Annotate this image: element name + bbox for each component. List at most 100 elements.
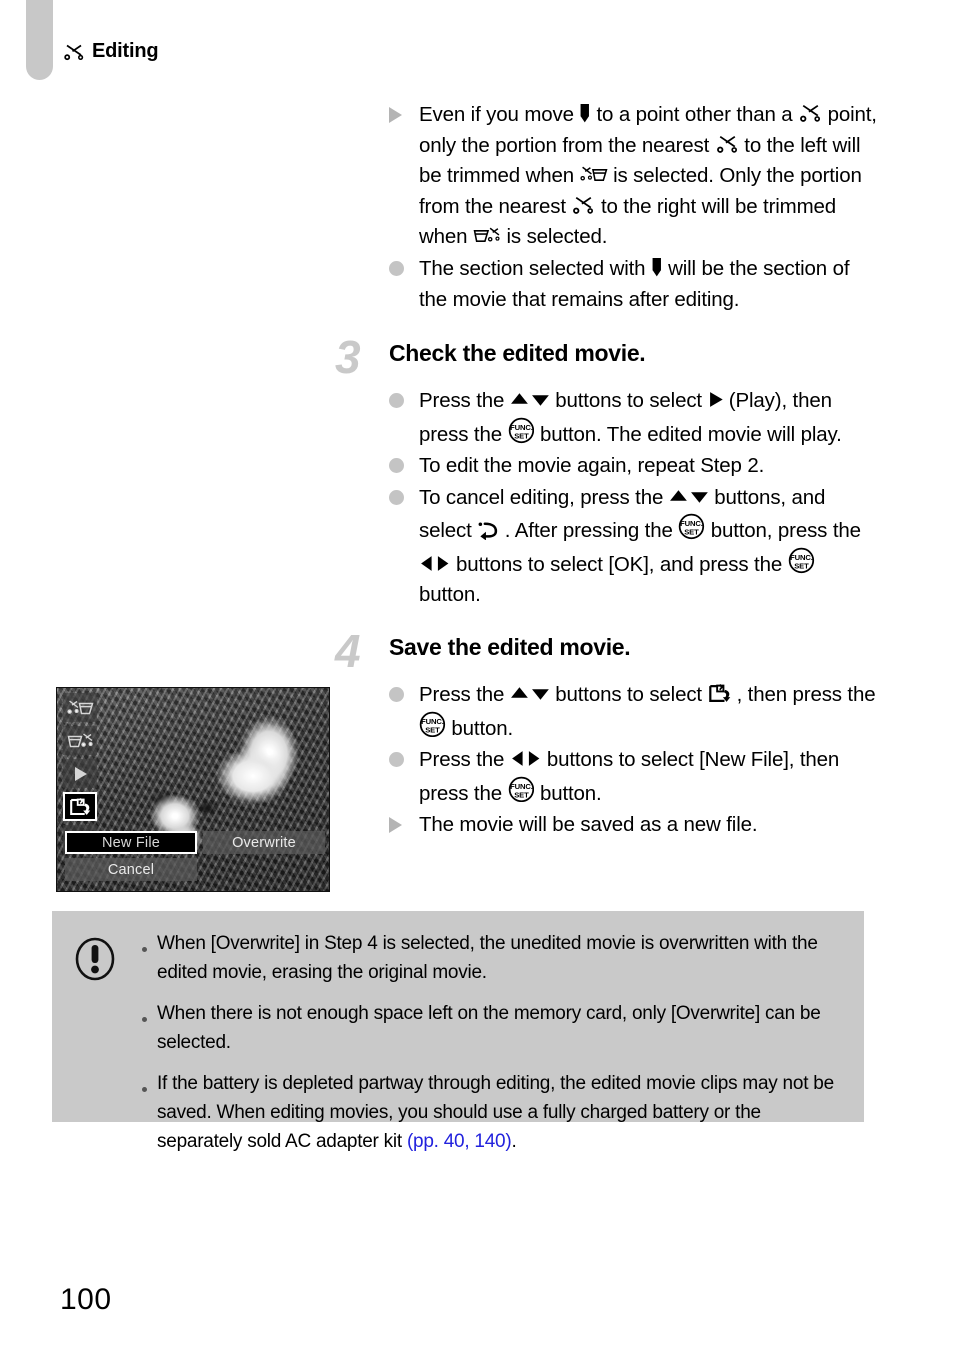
bullet-item: The section selected with will be the se… (389, 254, 879, 315)
svg-text:FUNC.: FUNC. (421, 716, 444, 725)
note-bullet-icon (142, 999, 157, 1027)
page-reference-link[interactable]: (pp. 40, 140) (407, 1131, 512, 1152)
lcd-menu-play-icon[interactable] (63, 759, 97, 788)
lcd-menu-trim-beginning-icon[interactable] (63, 693, 97, 722)
func-set-button-icon: FUNC. SET (508, 417, 535, 444)
text-run: . After pressing the (499, 519, 679, 543)
svg-text:SET: SET (685, 528, 700, 537)
intro-notes-group: Even if you move to a point other than a… (389, 100, 879, 315)
lcd-cancel-button[interactable]: Cancel (65, 858, 197, 881)
text-run: . (511, 1131, 517, 1152)
text-run: The movie will be saved as a new file. (419, 813, 758, 837)
page-number: 100 (60, 1283, 112, 1316)
text-run: buttons to select (549, 389, 708, 413)
bullet-text: Press the buttons to select [New File], … (419, 745, 879, 809)
chapter-tab-marker (26, 0, 53, 80)
step-title: Save the edited movie. (389, 633, 631, 660)
trim-beginning-icon (579, 164, 608, 185)
warning-note-box: When [Overwrite] in Step 4 is selected, … (52, 911, 864, 1152)
step-bullets: Press the buttons to select (Play), then… (389, 386, 879, 611)
bullet-item: Press the buttons to select , then press… (389, 680, 879, 744)
svg-text:FUNC.: FUNC. (510, 781, 533, 790)
lcd-new-file-button[interactable]: New File (65, 831, 197, 854)
svg-text:FUNC.: FUNC. (680, 519, 703, 528)
triangle-bullet-icon (389, 810, 419, 838)
play-icon (73, 764, 88, 784)
note-item: When [Overwrite] in Step 4 is selected, … (142, 929, 844, 987)
dot-bullet-icon (389, 483, 419, 508)
func-set-button-icon: FUNC. SET (788, 547, 815, 574)
text-run: Press the (419, 389, 510, 413)
note-text: When there is not enough space left on t… (157, 999, 844, 1057)
return-arrow-icon (477, 519, 499, 541)
left-right-buttons-icon (510, 748, 542, 769)
save-new-file-icon (69, 797, 91, 817)
text-run: button, press the (705, 519, 861, 543)
text-run: Press the (419, 682, 510, 706)
bullet-item: To edit the movie again, repeat Step 2. (389, 451, 879, 482)
step-number: 4 (335, 624, 361, 677)
up-down-buttons-icon (669, 486, 709, 507)
text-run: button. (445, 716, 514, 740)
dot-bullet-icon (389, 386, 419, 411)
bullet-text: Press the buttons to select (Play), then… (419, 386, 879, 450)
note-item: If the battery is depleted partway throu… (142, 1069, 844, 1156)
lcd-icon-menu (63, 693, 97, 854)
bullet-item: To cancel editing, press the buttons, an… (389, 483, 879, 611)
bullet-text: To edit the movie again, repeat Step 2. (419, 451, 879, 482)
note-bullet-icon (142, 929, 157, 957)
note-item: When there is not enough space left on t… (142, 999, 844, 1057)
svg-text:SET: SET (514, 790, 529, 799)
step-block-3: 3 Check the edited movie. Press the butt… (335, 334, 879, 611)
text-run: button. (534, 781, 602, 805)
bullet-text: Press the buttons to select , then press… (419, 680, 879, 744)
text-run: When there is not enough space left on t… (157, 1003, 821, 1053)
lcd-save-menu: New File Overwrite Cancel (57, 831, 329, 885)
step-number: 3 (335, 331, 361, 384)
svg-text:FUNC.: FUNC. (510, 423, 533, 432)
note-text: If the battery is depleted partway throu… (157, 1069, 844, 1156)
warning-exclamation-icon (74, 936, 116, 987)
up-down-buttons-icon (510, 683, 550, 704)
text-run: buttons to select (549, 682, 708, 706)
svg-text:SET: SET (514, 431, 529, 440)
bullet-text: The section selected with will be the se… (419, 254, 879, 315)
text-run: When [Overwrite] in Step 4 is selected, … (157, 933, 818, 983)
play-icon (708, 389, 724, 410)
save-new-file-icon (708, 683, 732, 704)
scissors-icon (715, 134, 739, 155)
dot-bullet-icon (389, 254, 419, 279)
trim-beginning-icon (66, 698, 94, 718)
scissors-icon (63, 42, 85, 62)
text-run: buttons to select [OK], and press the (450, 552, 788, 576)
main-content-column: Even if you move to a point other than a… (335, 100, 879, 842)
text-run: button. The edited movie will play. (534, 422, 842, 446)
dot-bullet-icon (389, 680, 419, 705)
trim-end-icon (473, 225, 501, 246)
bullet-item: The movie will be saved as a new file. (389, 810, 879, 841)
lcd-overwrite-button[interactable]: Overwrite (203, 831, 325, 854)
lcd-menu-trim-end-icon[interactable] (63, 726, 97, 755)
left-right-buttons-icon (419, 553, 451, 574)
svg-text:SET: SET (794, 562, 809, 571)
dot-bullet-icon (389, 745, 419, 770)
bullet-item: Even if you move to a point other than a… (389, 100, 879, 253)
text-run: To edit the movie again, repeat Step 2. (419, 454, 765, 478)
chapter-header: Editing (63, 40, 159, 63)
cursor-marker-icon (579, 103, 591, 124)
warning-note-list: When [Overwrite] in Step 4 is selected, … (142, 929, 844, 1156)
up-down-buttons-icon (510, 389, 550, 410)
func-set-button-icon: FUNC. SET (419, 711, 446, 738)
step-bullets: Press the buttons to select , then press… (389, 680, 879, 841)
text-run: is selected. (500, 225, 608, 249)
text-run: button. (419, 583, 481, 607)
text-run: The section selected with (419, 256, 651, 280)
bullet-item: Press the buttons to select (Play), then… (389, 386, 879, 450)
lcd-menu-save-new-file-icon[interactable] (63, 792, 97, 821)
note-bullet-icon (142, 1069, 157, 1097)
triangle-bullet-icon (389, 100, 419, 128)
trim-end-icon (67, 731, 94, 751)
svg-text:FUNC.: FUNC. (790, 553, 813, 562)
camera-lcd-screenshot: New File Overwrite Cancel (56, 687, 330, 892)
step-title: Check the edited movie. (389, 340, 646, 367)
